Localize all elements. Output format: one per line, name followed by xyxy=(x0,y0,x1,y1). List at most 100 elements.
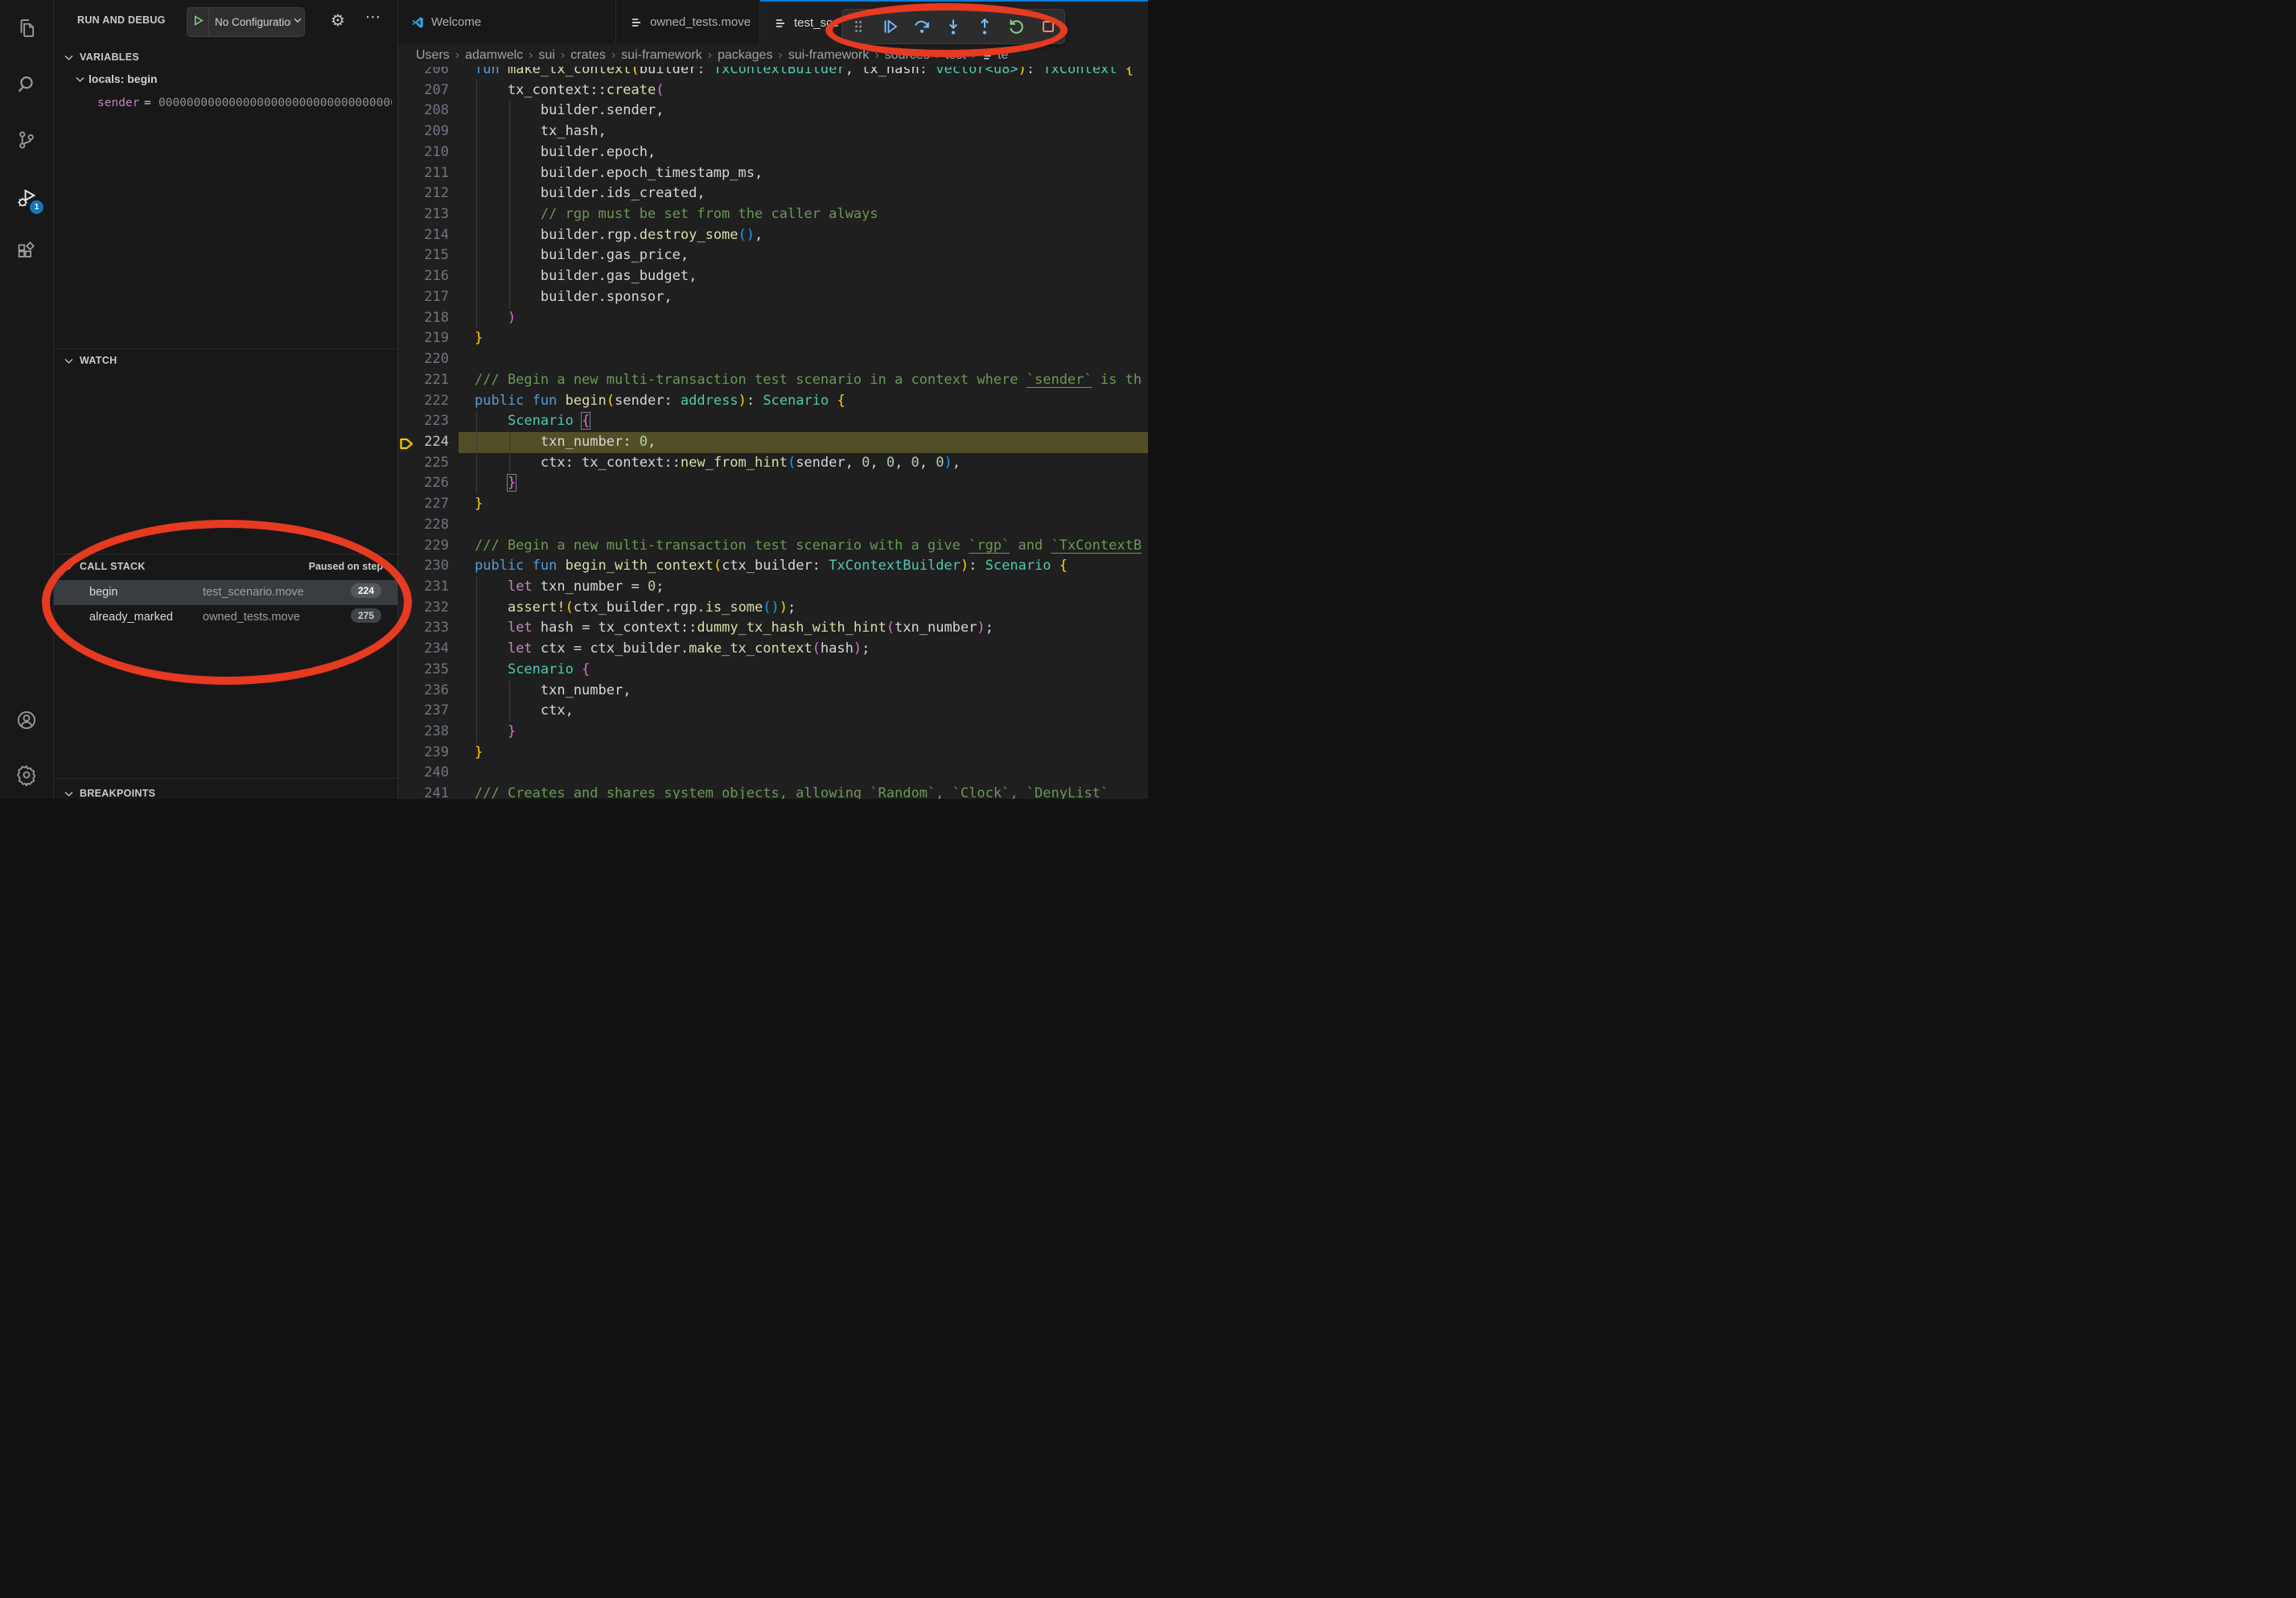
watch-section-header[interactable]: WATCH xyxy=(53,349,397,373)
stop-icon[interactable] xyxy=(1036,14,1060,39)
line-number[interactable]: 224 xyxy=(397,432,459,453)
code-line-text[interactable]: ) xyxy=(459,308,1148,329)
code-line-text[interactable]: } xyxy=(459,722,1148,743)
breadcrumb-item[interactable]: sui-framework xyxy=(621,48,702,63)
line-number[interactable]: 216 xyxy=(397,266,459,287)
code-line-text[interactable]: } xyxy=(459,328,1148,349)
breadcrumb-item[interactable]: crates xyxy=(570,48,606,63)
call-stack-frame-already_marked[interactable]: already_markedowned_tests.move275 xyxy=(53,605,397,630)
line-number[interactable]: 223 xyxy=(397,411,459,432)
code-line-text[interactable]: ctx: tx_context::new_from_hint(sender, 0… xyxy=(459,453,1148,474)
line-number[interactable]: 213 xyxy=(397,204,459,225)
call-stack-frame-begin[interactable]: begintest_scenario.move224 xyxy=(53,580,397,605)
line-number[interactable]: 238 xyxy=(397,722,459,743)
line-number[interactable]: 212 xyxy=(397,183,459,204)
line-number[interactable]: 227 xyxy=(397,494,459,515)
code-line-text[interactable]: /// Begin a new multi-transaction test s… xyxy=(459,536,1148,557)
code-line-text[interactable]: Scenario { xyxy=(459,660,1148,681)
line-number[interactable]: 228 xyxy=(397,515,459,536)
code-line-text[interactable]: builder.epoch, xyxy=(459,142,1148,163)
line-number[interactable]: 229 xyxy=(397,536,459,557)
code-line-text[interactable] xyxy=(459,763,1148,784)
line-number[interactable]: 237 xyxy=(397,701,459,722)
code-line-text[interactable]: txn_number, xyxy=(459,681,1148,702)
line-number[interactable]: 233 xyxy=(397,618,459,639)
code-line-text[interactable]: builder.sponsor, xyxy=(459,287,1148,308)
line-number[interactable]: 239 xyxy=(397,743,459,764)
locals-scope-row[interactable]: locals: begin xyxy=(53,69,397,90)
line-number[interactable]: 215 xyxy=(397,245,459,266)
activity-search-search-icon[interactable] xyxy=(15,73,38,96)
code-line-text[interactable] xyxy=(459,349,1148,370)
breadcrumb-item[interactable]: Users xyxy=(416,48,450,63)
code-line-text[interactable]: tx_hash, xyxy=(459,121,1148,142)
code-editor[interactable]: 206fun make_tx_context(builder: TxContex… xyxy=(397,44,1148,799)
line-number[interactable]: 217 xyxy=(397,287,459,308)
line-number[interactable]: 220 xyxy=(397,349,459,370)
variable-row-sender[interactable]: sender = 0000000000000000000000000000000… xyxy=(53,94,397,115)
line-number[interactable]: 222 xyxy=(397,391,459,412)
variables-section-header[interactable]: VARIABLES xyxy=(53,46,397,69)
code-line-text[interactable]: builder.ids_created, xyxy=(459,183,1148,204)
line-number[interactable]: 225 xyxy=(397,453,459,474)
code-line-text[interactable]: builder.gas_price, xyxy=(459,245,1148,266)
step-into-icon[interactable] xyxy=(941,14,965,39)
breadcrumb-item[interactable]: sui-framework xyxy=(788,48,869,63)
code-line-text[interactable]: ctx, xyxy=(459,701,1148,722)
restart-icon[interactable] xyxy=(1005,14,1029,39)
code-line-text[interactable]: Scenario { xyxy=(459,411,1148,432)
line-number[interactable]: 235 xyxy=(397,660,459,681)
line-number[interactable]: 214 xyxy=(397,225,459,246)
activity-extensions-extensions-icon[interactable] xyxy=(15,241,38,263)
code-line-text[interactable]: txn_number: 0, xyxy=(459,432,1148,453)
tab-owned-tests-move[interactable]: owned_tests.move xyxy=(616,0,760,44)
code-line-text[interactable]: } xyxy=(459,473,1148,494)
breadcrumb-item[interactable]: adamwelc xyxy=(465,48,523,63)
activity-explorer-files-icon[interactable] xyxy=(15,17,38,39)
breadcrumb-item[interactable]: packages xyxy=(718,48,773,63)
code-line-text[interactable]: public fun begin_with_context(ctx_builde… xyxy=(459,556,1148,577)
line-number[interactable]: 226 xyxy=(397,473,459,494)
code-line-text[interactable]: builder.rgp.destroy_some(), xyxy=(459,225,1148,246)
code-line-text[interactable]: let hash = tx_context::dummy_tx_hash_wit… xyxy=(459,618,1148,639)
breadcrumb-item[interactable]: test xyxy=(945,48,966,63)
activity-settings-gear-icon[interactable] xyxy=(15,764,38,786)
breadcrumb-item[interactable]: sources xyxy=(885,48,930,63)
code-line-text[interactable]: public fun begin(sender: address): Scena… xyxy=(459,391,1148,412)
continue-icon[interactable] xyxy=(878,14,902,39)
code-line-text[interactable]: let ctx = ctx_builder.make_tx_context(ha… xyxy=(459,639,1148,660)
code-line-text[interactable]: // rgp must be set from the caller alway… xyxy=(459,204,1148,225)
start-debug-icon[interactable] xyxy=(187,14,208,31)
breadcrumb-item[interactable]: sui xyxy=(538,48,554,63)
line-number[interactable]: 218 xyxy=(397,308,459,329)
line-number[interactable]: 211 xyxy=(397,163,459,184)
tab-welcome[interactable]: Welcome xyxy=(397,0,616,44)
code-line-text[interactable]: /// Creates and shares system objects, a… xyxy=(459,784,1148,799)
code-line-text[interactable]: } xyxy=(459,743,1148,764)
line-number[interactable]: 221 xyxy=(397,370,459,391)
line-number[interactable]: 236 xyxy=(397,681,459,702)
activity-run-and-debug-debug-icon[interactable]: 1 xyxy=(15,187,38,209)
line-number[interactable]: 231 xyxy=(397,577,459,598)
code-line-text[interactable]: builder.sender, xyxy=(459,101,1148,121)
line-number[interactable]: 241 xyxy=(397,784,459,799)
code-line-text[interactable]: tx_context::create( xyxy=(459,80,1148,101)
step-out-icon[interactable] xyxy=(973,14,997,39)
breadcrumb-file[interactable]: te xyxy=(998,48,1008,63)
activity-source-control-source-control-icon[interactable] xyxy=(15,129,38,151)
code-line-text[interactable]: builder.epoch_timestamp_ms, xyxy=(459,163,1148,184)
code-line-text[interactable]: let txn_number = 0; xyxy=(459,577,1148,598)
more-actions-icon[interactable]: ⋯ xyxy=(365,8,381,26)
line-number[interactable]: 207 xyxy=(397,80,459,101)
activity-accounts-account-icon[interactable] xyxy=(15,709,38,731)
step-over-icon[interactable] xyxy=(910,14,934,39)
line-number[interactable]: 210 xyxy=(397,142,459,163)
gear-icon[interactable]: ⚙ xyxy=(331,10,345,30)
breakpoints-section-header[interactable]: BREAKPOINTS xyxy=(53,782,397,799)
code-line-text[interactable]: } xyxy=(459,494,1148,515)
code-line-text[interactable]: /// Begin a new multi-transaction test s… xyxy=(459,370,1148,391)
line-number[interactable]: 230 xyxy=(397,556,459,577)
code-line-text[interactable]: builder.gas_budget, xyxy=(459,266,1148,287)
drag-grip-icon[interactable] xyxy=(846,14,870,39)
call-stack-section-header[interactable]: CALL STACK Paused on step xyxy=(53,555,397,579)
